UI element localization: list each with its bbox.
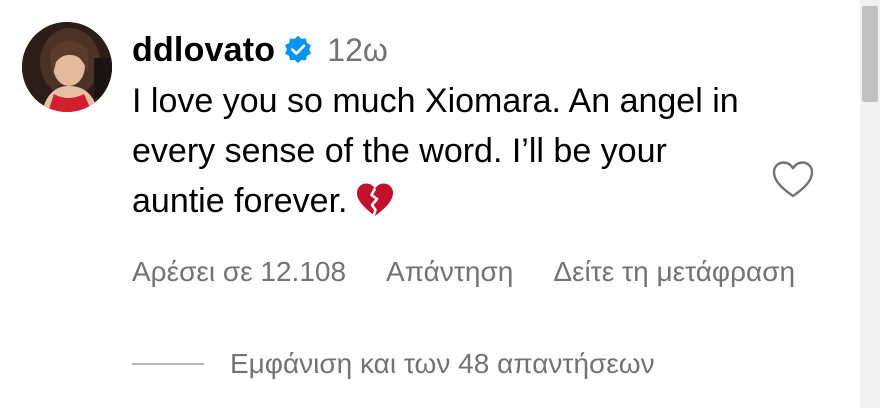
- comment-actions: Αρέσει σε 12.108 Απάντηση Δείτε τη μετάφρα…: [132, 256, 860, 296]
- reply-button[interactable]: Απάντηση: [386, 256, 513, 288]
- comment-text-block: I love you so much Xiomara. An angel in …: [132, 76, 742, 226]
- like-heart-icon[interactable]: [770, 158, 816, 200]
- comment-header: ddlovato 12ω: [132, 26, 752, 74]
- view-replies-label: Εμφάνιση και των 48 απαντήσεων: [230, 348, 655, 379]
- comment-panel: ddlovato 12ω I love you so much Xiomara.…: [0, 0, 880, 408]
- comment: ddlovato 12ω I love you so much Xiomara.…: [132, 26, 752, 226]
- comment-text: I love you so much Xiomara. An angel in …: [132, 82, 739, 220]
- avatar[interactable]: [22, 22, 112, 112]
- username[interactable]: ddlovato: [132, 31, 275, 70]
- likes-count-button[interactable]: Αρέσει σε 12.108: [132, 256, 346, 288]
- verified-badge-icon: [283, 35, 313, 65]
- timestamp[interactable]: 12ω: [327, 32, 388, 69]
- scrollbar-thumb[interactable]: [862, 6, 878, 102]
- broken-heart-icon: [355, 182, 395, 218]
- profile-photo-icon: [22, 22, 112, 112]
- scrollbar[interactable]: [860, 0, 880, 408]
- replies-divider: [132, 363, 204, 365]
- view-replies-button[interactable]: Εμφάνιση και των 48 απαντήσεων: [132, 344, 655, 384]
- see-translation-button[interactable]: Δείτε τη μετάφραση: [553, 256, 795, 288]
